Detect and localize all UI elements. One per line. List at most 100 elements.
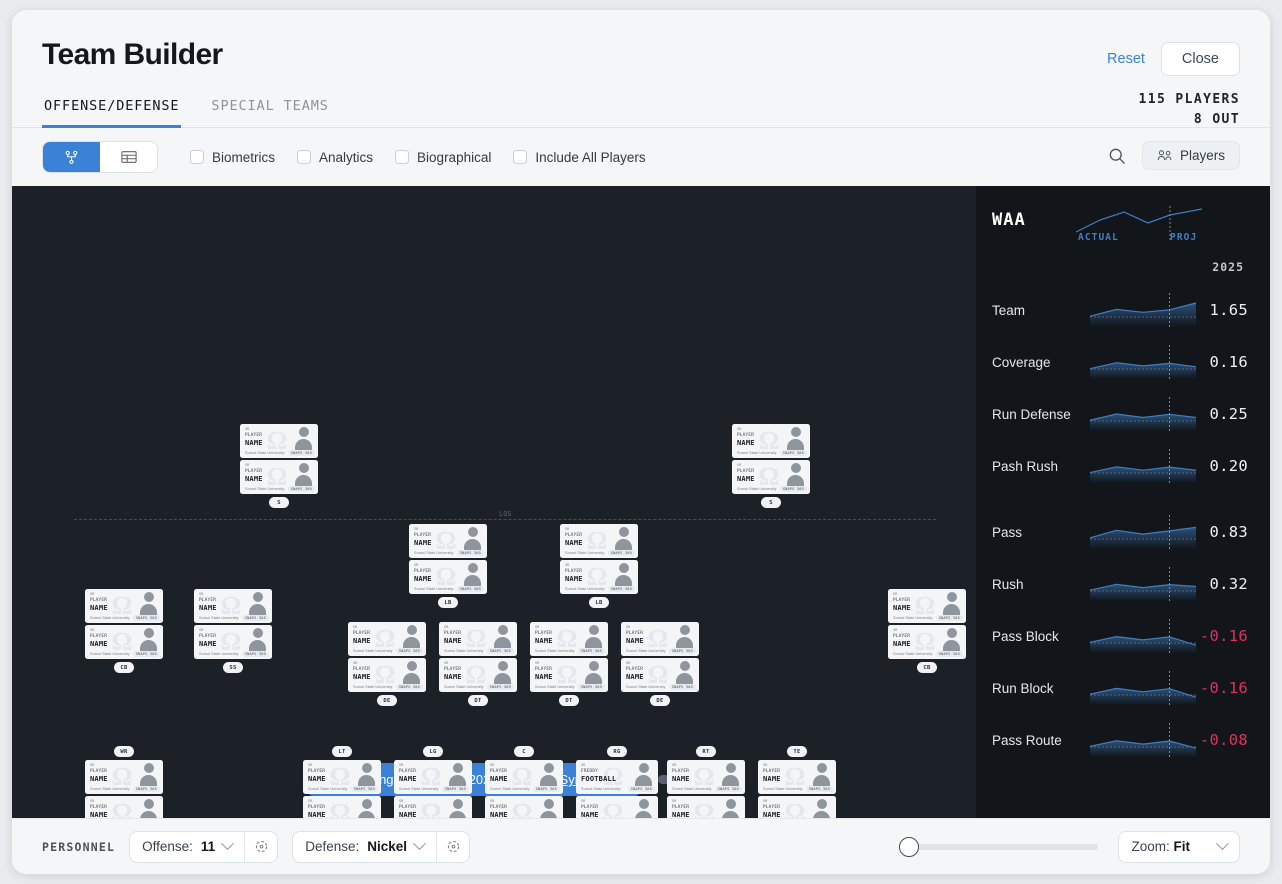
player-last-name: NAME bbox=[626, 673, 644, 681]
player-card[interactable]: ΩSRPLAYERNAMESumol State UniversitySNAPS… bbox=[240, 424, 318, 458]
player-card[interactable]: ΩSRPLAYERNAMESumol State UniversitySNAPS… bbox=[667, 760, 745, 794]
defense-reset-button[interactable] bbox=[437, 832, 469, 862]
player-card[interactable]: ΩSRPLAYERNAMESumol State UniversitySNAPS… bbox=[85, 760, 163, 794]
depth-chart-view-button[interactable] bbox=[43, 142, 100, 172]
position-badge[interactable]: CB bbox=[917, 662, 937, 673]
checkbox-box[interactable] bbox=[395, 150, 410, 164]
snaps-badge: SNAPS 305 bbox=[395, 647, 423, 654]
position-badge[interactable]: LB bbox=[589, 597, 609, 608]
player-card[interactable]: ΩSRPLAYERNAMESumol State UniversitySNAPS… bbox=[409, 524, 487, 558]
player-class: SR bbox=[308, 763, 313, 767]
metric-row[interactable]: Pass Block -0.16 bbox=[992, 610, 1248, 662]
position-badge[interactable]: SS bbox=[223, 662, 243, 673]
position-badge[interactable]: S bbox=[761, 497, 781, 508]
player-card[interactable]: ΩSRPLAYERNAMESumol State UniversitySNAPS… bbox=[439, 622, 517, 656]
player-card[interactable]: ΩSRPLAYERNAMESumol State UniversitySNAPS… bbox=[485, 796, 563, 818]
offense-personnel-select[interactable]: Offense: 11 bbox=[130, 832, 244, 862]
player-class: SR bbox=[763, 799, 768, 803]
player-card[interactable]: ΩSRPLAYERNAMESumol State UniversitySNAPS… bbox=[439, 658, 517, 692]
position-badge[interactable]: WR bbox=[114, 746, 134, 757]
position-badge[interactable]: DT bbox=[559, 695, 579, 706]
position-badge[interactable]: RG bbox=[607, 746, 627, 757]
position-badge[interactable]: C bbox=[514, 746, 534, 757]
checkbox-biometrics[interactable]: Biometrics bbox=[190, 150, 275, 165]
player-card[interactable]: ΩSRPLAYERNAMESumol State UniversitySNAPS… bbox=[348, 622, 426, 656]
player-card[interactable]: ΩSRPLAYERNAMESumol State UniversitySNAPS… bbox=[303, 760, 381, 794]
player-card[interactable]: ΩSRPLAYERNAMESumol State UniversitySNAPS… bbox=[394, 760, 472, 794]
metric-sparkline bbox=[1089, 345, 1197, 379]
checkbox-box[interactable] bbox=[297, 150, 312, 164]
defense-personnel-select[interactable]: Defense: Nickel bbox=[293, 832, 436, 862]
position-badge[interactable]: LT bbox=[332, 746, 352, 757]
player-card[interactable]: ΩSRPLAYERNAMESumol State UniversitySNAPS… bbox=[485, 760, 563, 794]
player-card[interactable]: ΩSRPLAYERNAMESumol State UniversitySNAPS… bbox=[732, 460, 810, 494]
position-badge[interactable]: CB bbox=[114, 662, 134, 673]
player-card[interactable]: ΩSRPLAYERNAMESumol State UniversitySNAPS… bbox=[576, 796, 658, 818]
metric-row[interactable]: Rush 0.32 bbox=[992, 558, 1248, 610]
player-last-name: NAME bbox=[245, 439, 263, 447]
player-card[interactable]: ΩSRPLAYERNAMESumol State UniversitySNAPS… bbox=[303, 796, 381, 818]
player-card[interactable]: ΩSRPLAYERNAMESumol State UniversitySNAPS… bbox=[888, 589, 966, 623]
player-card[interactable]: ΩSRPLAYERNAMESumol State UniversitySNAPS… bbox=[888, 625, 966, 659]
player-card[interactable]: ΩSRPLAYERNAMESumol State UniversitySNAPS… bbox=[85, 625, 163, 659]
reset-button[interactable]: Reset bbox=[1105, 47, 1147, 71]
tab-special-teams[interactable]: SPECIAL TEAMS bbox=[209, 94, 330, 128]
field-canvas[interactable]: LOS Last changes made 7/3/2024 11:29AM. … bbox=[12, 186, 976, 818]
player-card[interactable]: ΩSRPLAYERNAMESumol State UniversitySNAPS… bbox=[667, 796, 745, 818]
players-button[interactable]: Players bbox=[1141, 141, 1240, 170]
player-university: Sumol State University bbox=[444, 685, 484, 689]
team-watermark: Ω bbox=[421, 798, 441, 819]
position-group: Ω SR PLAYER NAME Sumol State University SNAPS… bbox=[530, 622, 608, 706]
checkbox-box[interactable] bbox=[190, 150, 204, 164]
zoom-slider-knob[interactable] bbox=[899, 836, 920, 857]
position-badge[interactable]: DE bbox=[650, 695, 670, 706]
metric-row[interactable]: Pass 0.83 bbox=[992, 506, 1248, 558]
metric-row[interactable]: Coverage 0.16 bbox=[992, 336, 1248, 388]
position-badge[interactable]: DT bbox=[468, 695, 488, 706]
zoom-slider[interactable] bbox=[899, 836, 1099, 857]
table-view-button[interactable] bbox=[100, 142, 157, 172]
metric-value: 0.32 bbox=[1209, 575, 1248, 593]
metric-value: 0.16 bbox=[1209, 353, 1248, 371]
close-button[interactable]: Close bbox=[1160, 42, 1240, 76]
player-last-name: NAME bbox=[763, 811, 781, 818]
player-card[interactable]: ΩSRPLAYERNAMESumol State UniversitySNAPS… bbox=[621, 658, 699, 692]
position-badge[interactable]: RT bbox=[696, 746, 716, 757]
tab-offense-defense[interactable]: OFFENSE/DEFENSE bbox=[42, 94, 182, 128]
player-card[interactable]: ΩSRPLAYERNAMESumol State UniversitySNAPS… bbox=[394, 796, 472, 818]
position-badge[interactable]: LB bbox=[438, 597, 458, 608]
position-badge[interactable]: LG bbox=[423, 746, 443, 757]
player-card[interactable]: ΩSRPLAYERNAMESumol State UniversitySNAPS… bbox=[560, 524, 638, 558]
player-card[interactable]: ΩSRPLAYERNAMESumol State UniversitySNAPS… bbox=[348, 658, 426, 692]
checkbox-box[interactable] bbox=[513, 150, 528, 164]
checkbox-biographical[interactable]: Biographical bbox=[395, 150, 491, 165]
player-card[interactable]: ΩSRPLAYERNAMESumol State UniversitySNAPS… bbox=[758, 796, 836, 818]
player-card[interactable]: ΩSRPLAYERNAMESumol State UniversitySNAPS… bbox=[194, 589, 272, 623]
player-card[interactable]: ΩSRPLAYERNAMESumol State UniversitySNAPS… bbox=[240, 460, 318, 494]
player-card[interactable]: ΩSRPLAYERNAMESumol State UniversitySNAPS… bbox=[530, 622, 608, 656]
player-card[interactable]: ΩSRPLAYERNAMESumol State UniversitySNAPS… bbox=[560, 560, 638, 594]
player-card[interactable]: ΩSRPLAYERNAMESumol State UniversitySNAPS… bbox=[758, 760, 836, 794]
player-card[interactable]: Ω SR FREDDY FOOTBALL Sumol State University S… bbox=[576, 760, 658, 794]
checkbox-include-all-players[interactable]: Include All Players bbox=[513, 150, 646, 165]
position-badge[interactable]: DE bbox=[377, 695, 397, 706]
player-card[interactable]: ΩSRPLAYERNAMESumol State UniversitySNAPS… bbox=[621, 622, 699, 656]
metric-row[interactable]: Pass Route -0.08 bbox=[992, 714, 1248, 766]
metric-row[interactable]: Team 1.65 bbox=[992, 284, 1248, 336]
zoom-select[interactable]: Zoom: Fit bbox=[1118, 830, 1240, 863]
player-card[interactable]: ΩSRPLAYERNAMESumol State UniversitySNAPS… bbox=[85, 589, 163, 623]
position-badge[interactable]: TE bbox=[787, 746, 807, 757]
search-button[interactable] bbox=[1108, 147, 1126, 165]
position-badge[interactable]: S bbox=[269, 497, 289, 508]
player-first-name: PLAYER bbox=[414, 533, 432, 538]
player-card[interactable]: ΩSRPLAYERNAMESumol State UniversitySNAPS… bbox=[530, 658, 608, 692]
player-card[interactable]: ΩSRPLAYERNAMESumol State UniversitySNAPS… bbox=[409, 560, 487, 594]
metric-row[interactable]: Run Defense 0.25 bbox=[992, 388, 1248, 440]
player-card[interactable]: ΩSRPLAYERNAMESumol State UniversitySNAPS… bbox=[85, 796, 163, 818]
metric-row[interactable]: Pash Rush 0.20 bbox=[992, 440, 1248, 492]
player-card[interactable]: ΩSRPLAYERNAMESumol State UniversitySNAPS… bbox=[194, 625, 272, 659]
checkbox-analytics[interactable]: Analytics bbox=[297, 150, 373, 165]
player-card[interactable]: ΩSRPLAYERNAMESumol State UniversitySNAPS… bbox=[732, 424, 810, 458]
metric-row[interactable]: Run Block -0.16 bbox=[992, 662, 1248, 714]
offense-reset-button[interactable] bbox=[245, 832, 277, 862]
